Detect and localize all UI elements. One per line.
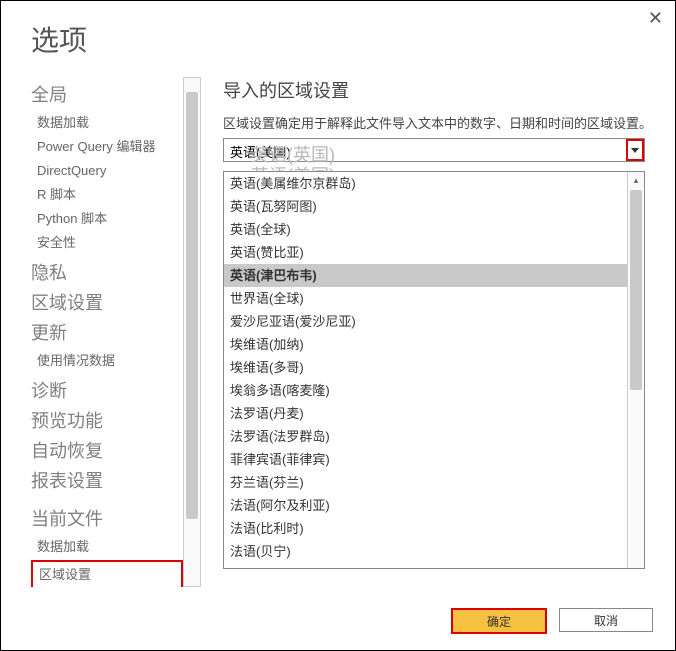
nav-item-locale[interactable]: 区域设置 — [31, 560, 183, 587]
nav-item[interactable]: 数据加载 — [31, 111, 183, 135]
dropdown-option[interactable]: 法语(阿尔及利亚) — [224, 494, 627, 517]
dropdown-options: 英语(美属维尔京群岛) 英语(瓦努阿图) 英语(全球) 英语(赞比亚) 英语(津… — [224, 172, 627, 568]
dropdown-option[interactable]: 英语(美属维尔京群岛) — [224, 172, 627, 195]
dropdown-option[interactable]: 法语(贝宁) — [224, 540, 627, 563]
dropdown-option[interactable]: 法罗语(丹麦) — [224, 402, 627, 425]
dropdown-option-selected[interactable]: 英语(津巴布韦) — [224, 264, 627, 287]
nav-sub[interactable]: 预览功能 — [31, 407, 183, 433]
chevron-down-icon[interactable] — [626, 139, 644, 161]
dropdown-option[interactable]: 埃维语(多哥) — [224, 356, 627, 379]
section-description: 区域设置确定用于解释此文件导入文本中的数字、日期和时间的区域设置。 — [223, 113, 657, 132]
dropdown-option[interactable]: 英语(赞比亚) — [224, 241, 627, 264]
nav-sub[interactable]: 诊断 — [31, 377, 183, 403]
nav-sidebar: 全局 数据加载 Power Query 编辑器 DirectQuery R 脚本… — [31, 77, 183, 587]
nav-item[interactable]: R 脚本 — [31, 183, 183, 207]
dropdown-option[interactable]: 埃维语(加纳) — [224, 333, 627, 356]
nav-scrollbar[interactable] — [183, 77, 201, 587]
dropdown-option[interactable]: 法罗语(法罗群岛) — [224, 425, 627, 448]
close-icon[interactable]: ✕ — [648, 9, 663, 27]
locale-dropdown-list: 英语(美属维尔京群岛) 英语(瓦努阿图) 英语(全球) 英语(赞比亚) 英语(津… — [223, 171, 645, 569]
locale-dropdown[interactable]: 英语(美国) — [223, 138, 645, 162]
locale-selected: 英语(美国) — [224, 139, 644, 164]
dropdown-option[interactable]: 英语(瓦努阿图) — [224, 195, 627, 218]
nav-sub[interactable]: 更新 — [31, 319, 183, 345]
nav-sub[interactable]: 隐私 — [31, 259, 183, 285]
main-panel: 导入的区域设置 区域设置确定用于解释此文件导入文本中的数字、日期和时间的区域设置… — [201, 77, 675, 587]
nav-sub[interactable]: 自动恢复 — [31, 437, 183, 463]
dropdown-option[interactable] — [224, 563, 627, 567]
dialog-title: 选项 — [31, 19, 675, 59]
options-dialog: ✕ 选项 全局 数据加载 Power Query 编辑器 DirectQuery… — [0, 0, 676, 651]
cancel-button[interactable]: 取消 — [559, 608, 653, 632]
scroll-up-icon[interactable]: ▴ — [628, 175, 644, 186]
scrollbar-thumb[interactable] — [630, 190, 642, 390]
nav-item[interactable]: 使用情况数据 — [31, 349, 183, 373]
nav-sub[interactable]: 报表设置 — [31, 467, 183, 493]
dropdown-option[interactable]: 芬兰语(芬兰) — [224, 471, 627, 494]
nav-item[interactable]: 安全性 — [31, 231, 183, 255]
dropdown-option[interactable]: 法语(比利时) — [224, 517, 627, 540]
dropdown-option[interactable]: 英语(全球) — [224, 218, 627, 241]
nav-item[interactable]: Python 脚本 — [31, 207, 183, 231]
nav-sub[interactable]: 区域设置 — [31, 289, 183, 315]
nav-header-global: 全局 — [31, 81, 183, 107]
section-heading: 导入的区域设置 — [223, 77, 657, 103]
scrollbar-thumb[interactable] — [186, 92, 198, 519]
nav-header-current: 当前文件 — [31, 505, 183, 531]
dropdown-option[interactable]: 菲律宾语(菲律宾) — [224, 448, 627, 471]
ok-button[interactable]: 确定 — [451, 608, 547, 634]
nav-item[interactable]: DirectQuery — [31, 159, 183, 183]
nav-item[interactable]: 数据加载 — [31, 535, 183, 559]
nav-item[interactable]: Power Query 编辑器 — [31, 135, 183, 159]
dropdown-option[interactable]: 爱沙尼亚语(爱沙尼亚) — [224, 310, 627, 333]
dropdown-option[interactable]: 埃翁多语(喀麦隆) — [224, 379, 627, 402]
dropdown-scrollbar[interactable]: ▴ — [627, 172, 644, 568]
dropdown-option[interactable]: 世界语(全球) — [224, 287, 627, 310]
